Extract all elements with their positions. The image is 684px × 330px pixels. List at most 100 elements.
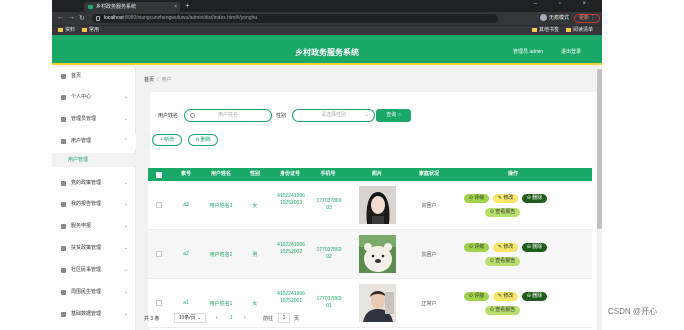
sidebar-item-label: 服务申报 xyxy=(71,223,92,229)
column-header: 操作 xyxy=(507,171,518,177)
bookmark-folder[interactable]: 其他书签 xyxy=(532,26,559,35)
column-header[interactable]: 用户姓名 xyxy=(204,168,238,181)
reading-list[interactable]: 阅读清单 xyxy=(566,26,593,35)
name-search-input[interactable]: 用户姓名 xyxy=(184,109,272,122)
chevron-down-icon: ⌄ xyxy=(123,223,128,229)
content-panel: 用户姓名 用户姓名 性别 请选择性别 ⌄ 查询 ○ + 新增 ⊖ 删除 索号 用… xyxy=(148,92,602,330)
column-header[interactable]: 性别 xyxy=(243,168,267,181)
delete-button[interactable]: ⊖ 删除 xyxy=(522,243,547,252)
sidebar-item-label: 个人中心 xyxy=(71,94,92,100)
sidebar-item-basedata[interactable]: 基础数据管理 ⌄ xyxy=(52,307,136,322)
rate-button[interactable]: ⊙ 评级 xyxy=(464,292,489,301)
column-header[interactable]: 身份证号 xyxy=(273,168,307,181)
select-all-checkbox[interactable] xyxy=(156,172,162,178)
report-label: 查看报告 xyxy=(495,258,516,264)
user-photo[interactable] xyxy=(359,235,396,273)
new-tab-icon[interactable]: + xyxy=(185,1,190,10)
sidebar: 首页 个人中心 ⌄ 管理员管理 ⌄ 用户管理 ⌃ 用户管理 党的政策管理 ⌄ 我的报告管… xyxy=(52,67,136,330)
sidebar-item-policy[interactable]: 党的政策管理 ⌄ xyxy=(52,176,136,191)
edit-button[interactable]: ✎ 修改 xyxy=(493,194,518,203)
copy-icon xyxy=(61,202,66,207)
logout-link[interactable]: 退出登录 xyxy=(561,48,581,55)
chevron-down-icon: ⌄ xyxy=(123,311,128,317)
flag-icon xyxy=(61,117,66,122)
main-content: 首页 / 用户 用户姓名 用户姓名 性别 请选择性别 ⌄ 查询 ○ + 新增 ⊖ 删… xyxy=(138,67,602,330)
folder-icon xyxy=(532,27,537,32)
chevron-down-icon: ⌄ xyxy=(123,289,128,295)
sidebar-item-service[interactable]: 服务申报 ⌄ xyxy=(52,219,136,234)
rate-button[interactable]: ⊙ 评级 xyxy=(464,194,489,203)
view-report-button[interactable]: ⊙ 查看报告 xyxy=(485,208,520,217)
window-controls[interactable]: – ▫ × xyxy=(534,1,596,7)
sidebar-item-community[interactable]: 社区民事管理 ⌄ xyxy=(52,263,136,278)
rate-label: 评级 xyxy=(474,244,485,250)
sidebar-item-profile[interactable]: 个人中心 ⌄ xyxy=(52,90,136,105)
sidebar-subitem-users[interactable]: 用户管理 xyxy=(52,153,136,167)
page-size-select[interactable]: 10条/页 ⌄ xyxy=(174,313,206,323)
monitor-icon xyxy=(61,224,66,229)
query-button[interactable]: 查询 ○ xyxy=(376,109,411,122)
row-checkbox[interactable] xyxy=(156,300,162,306)
scrollbar-thumb[interactable] xyxy=(597,69,602,229)
cell-gender: 女 xyxy=(252,301,258,307)
gender-select[interactable]: 请选择性别 ⌄ xyxy=(292,109,375,122)
name-label: 用户姓名 xyxy=(158,113,179,119)
row-checkbox[interactable] xyxy=(156,202,162,208)
bookmark-label: 常用 xyxy=(89,27,100,33)
search-icon: ○ xyxy=(397,112,401,118)
delete-row-label: 删除 xyxy=(532,244,543,250)
delete-button[interactable]: ⊖ 删除 xyxy=(522,194,547,203)
column-header[interactable]: 家庭状况 xyxy=(414,168,444,181)
breadcrumb-home[interactable]: 首页 xyxy=(144,77,154,83)
prev-page-button[interactable]: ‹ xyxy=(216,315,218,321)
url-bar[interactable]: localhost:8080/xiangcunzhengwufuwu/admin… xyxy=(92,14,498,23)
watermark: CSDN @开心 xyxy=(608,307,658,316)
sidebar-item-label: 首页 xyxy=(71,73,82,79)
photo-bear-icon xyxy=(359,235,396,273)
browser-tab[interactable]: 乡村政务服务系统 × xyxy=(84,2,180,12)
sidebar-item-users[interactable]: 用户管理 ⌃ xyxy=(52,134,136,149)
sidebar-item-admins[interactable]: 管理员管理 ⌄ xyxy=(52,112,136,127)
sidebar-item-label: 管理员管理 xyxy=(71,116,97,122)
rate-button[interactable]: ⊙ 评级 xyxy=(464,243,489,252)
sidebar-item-livelihood[interactable]: 周围民生管理 ⌄ xyxy=(52,285,136,300)
rate-label: 评级 xyxy=(474,195,485,201)
reload-icon[interactable]: ↻ xyxy=(79,14,85,22)
rate-label: 评级 xyxy=(474,293,485,299)
photo-girl-icon xyxy=(359,186,396,224)
goto-page-input[interactable]: 1 xyxy=(278,313,290,323)
page-number[interactable]: 1 xyxy=(230,315,233,321)
cell-idcard: 410224199610252003 xyxy=(277,193,305,206)
view-report-button[interactable]: ⊙ 查看报告 xyxy=(485,257,520,266)
sidebar-item-poverty[interactable]: 扶贫政策管理 ⌄ xyxy=(52,241,136,256)
bookmark-folder[interactable]: 常用 xyxy=(82,26,99,35)
column-header[interactable]: 手机号 xyxy=(313,168,343,181)
cell-status: 正常户 xyxy=(421,301,437,307)
add-button[interactable]: + 新增 xyxy=(152,134,182,146)
column-header[interactable]: 索号 xyxy=(174,168,198,181)
sidebar-item-label: 社区民事管理 xyxy=(71,267,102,273)
close-tab-icon[interactable]: × xyxy=(174,2,177,12)
back-icon[interactable]: ← xyxy=(57,14,64,21)
bookmark-folder[interactable]: 资料 xyxy=(58,26,75,35)
name-placeholder: 用户姓名 xyxy=(217,112,238,118)
batch-delete-button[interactable]: ⊖ 删除 xyxy=(188,134,218,146)
search-icon xyxy=(190,113,195,118)
sidebar-item-reports[interactable]: 我的报告管理 ⌄ xyxy=(52,197,136,212)
cell-phone: 17703786901 xyxy=(316,296,342,309)
cell-phone: 17703786903 xyxy=(316,198,342,211)
gender-placeholder: 请选择性别 xyxy=(320,112,346,118)
forward-icon[interactable]: → xyxy=(68,14,75,21)
sidebar-item-home[interactable]: 首页 xyxy=(52,69,136,84)
cell-name: 用户姓名2 xyxy=(209,252,233,258)
next-page-button[interactable]: › xyxy=(244,315,246,321)
edit-button[interactable]: ✎ 修改 xyxy=(493,292,518,301)
user-photo[interactable] xyxy=(359,186,396,224)
delete-button[interactable]: ⊖ 删除 xyxy=(522,292,547,301)
reading-list-icon xyxy=(566,27,571,32)
person-icon xyxy=(61,290,66,295)
update-button[interactable]: 更新 ⋮ xyxy=(574,14,601,23)
row-checkbox[interactable] xyxy=(156,251,162,257)
incognito-profile[interactable]: 无痕模式 xyxy=(540,14,569,23)
edit-button[interactable]: ✎ 修改 xyxy=(493,243,518,252)
